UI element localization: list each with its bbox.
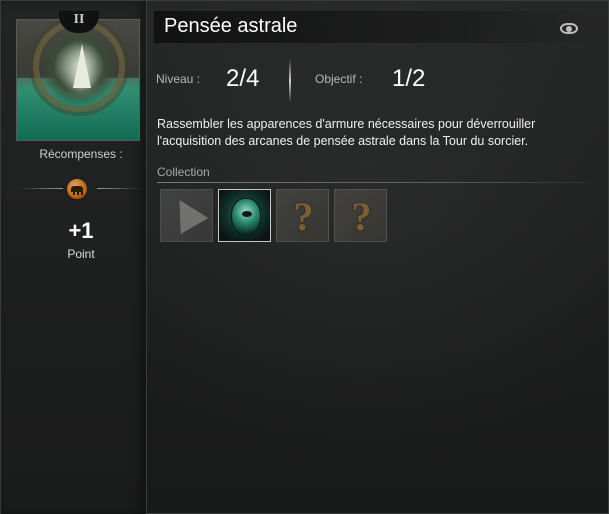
objective-value: 1/2 bbox=[392, 65, 426, 92]
objective-label: Objectif : bbox=[315, 72, 363, 86]
divider bbox=[97, 188, 141, 189]
rewards-label: Récompenses : bbox=[39, 147, 123, 161]
achievement-title: Pensée astrale bbox=[164, 15, 298, 37]
blade-icon bbox=[73, 44, 91, 88]
stats-divider bbox=[289, 59, 291, 103]
achievement-description: Rassembler les apparences d'armure néces… bbox=[157, 117, 536, 148]
divider bbox=[19, 188, 63, 189]
glove-armor-icon[interactable] bbox=[160, 189, 213, 242]
points-label: Point bbox=[67, 247, 95, 261]
achievement-sidebar: II Récompenses : +1 Point bbox=[1, 1, 147, 514]
collection-items: ? ? bbox=[160, 189, 387, 242]
collection-label: Collection bbox=[157, 165, 210, 179]
eye-icon[interactable] bbox=[560, 23, 578, 34]
level-label: Niveau : bbox=[156, 72, 201, 86]
achievement-window: II Récompenses : +1 Point Pensée astrale… bbox=[0, 0, 609, 514]
unknown-item-icon[interactable]: ? bbox=[334, 189, 387, 242]
collection-divider bbox=[157, 182, 587, 183]
level-value: 2/4 bbox=[226, 65, 260, 92]
mask-armor-icon[interactable] bbox=[218, 189, 271, 242]
astral-thought-achievement-icon bbox=[16, 19, 140, 141]
achievement-points-icon bbox=[66, 178, 88, 200]
points-value: +1 bbox=[68, 218, 94, 243]
unknown-item-icon[interactable]: ? bbox=[276, 189, 329, 242]
